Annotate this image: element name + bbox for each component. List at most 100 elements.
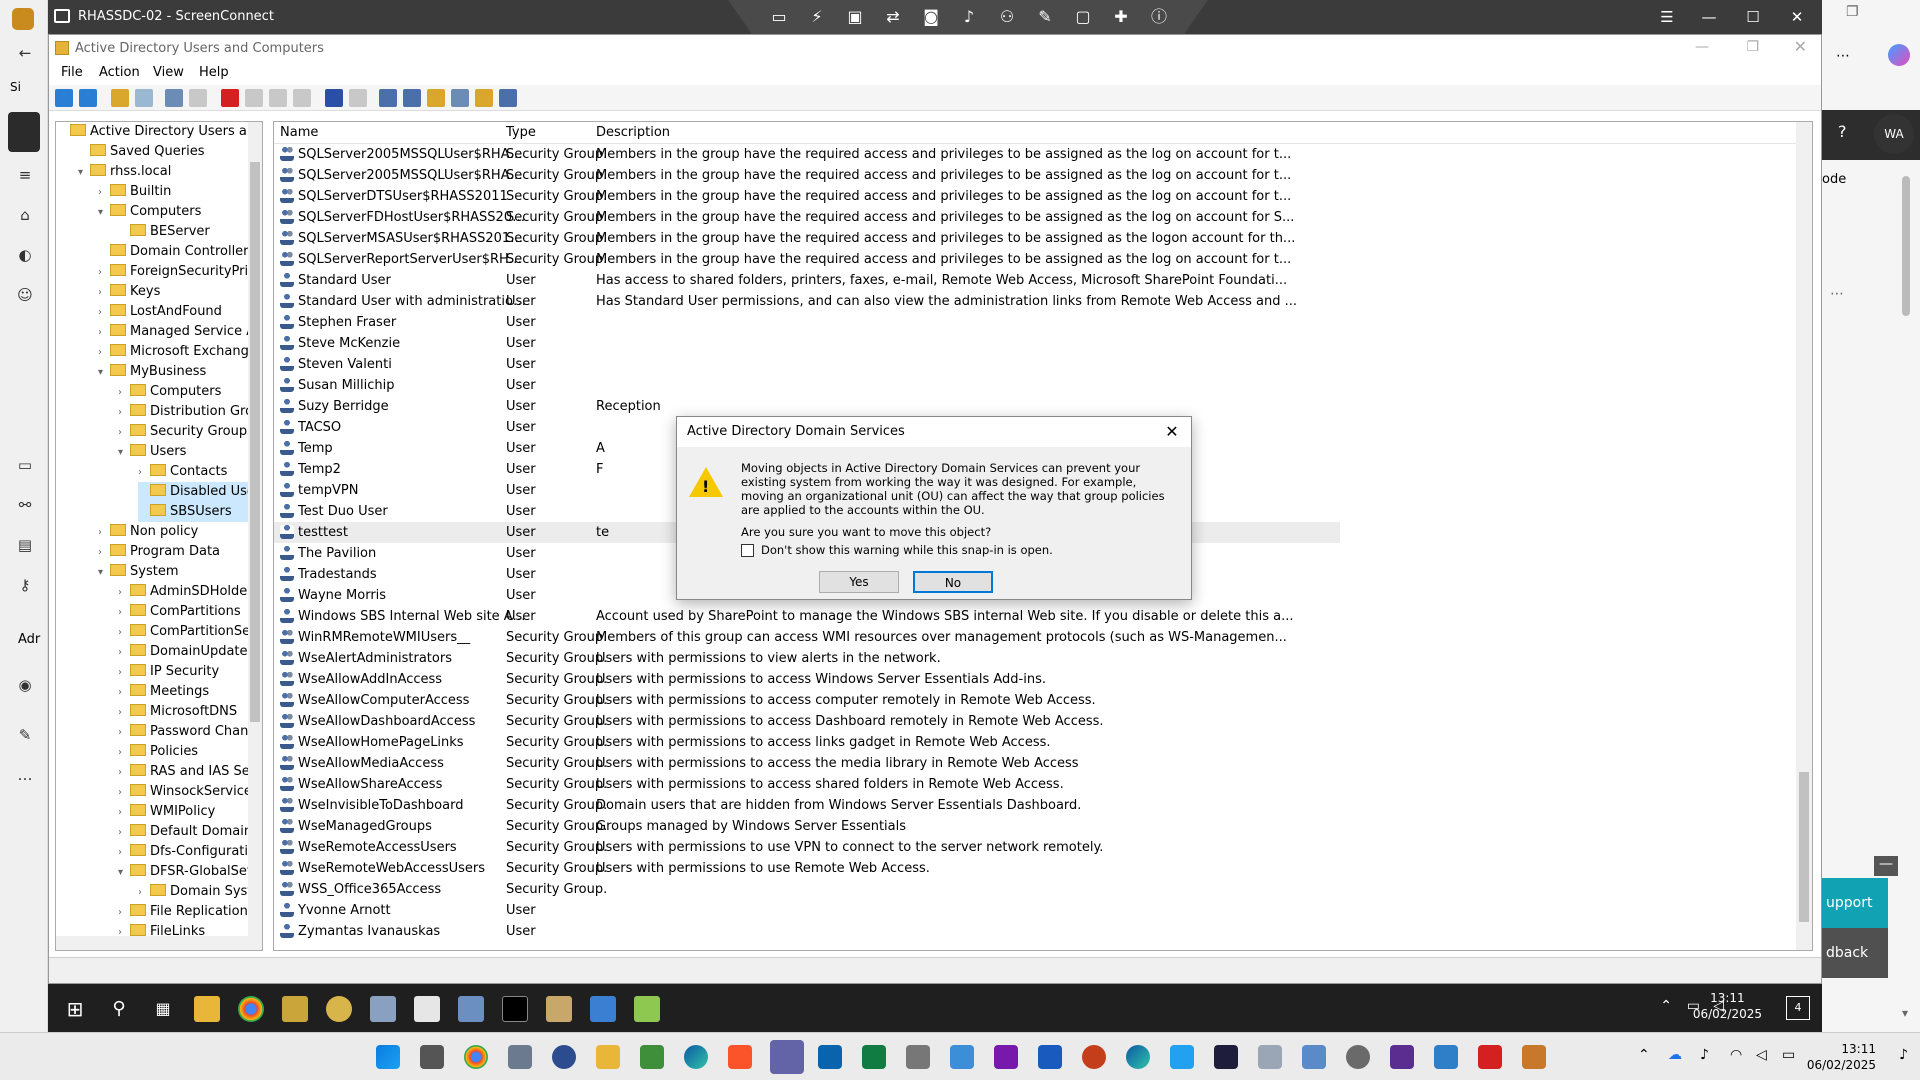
chevron-right-icon[interactable]: › (118, 623, 130, 643)
table-row[interactable]: Windows SBS Internal Web site AccountUse… (274, 606, 1340, 627)
chevron-right-icon[interactable]: › (138, 883, 150, 903)
chevron-right-icon[interactable]: › (118, 603, 130, 623)
aduc-taskbar-icon[interactable] (282, 996, 308, 1022)
tree-node[interactable]: › DomainUpdates (118, 642, 258, 662)
tree-node[interactable]: › Managed Service Acc (98, 322, 262, 343)
table-row[interactable]: Suzy Berridge User Reception (274, 396, 1340, 417)
collapse-icon[interactable]: — (1874, 856, 1898, 876)
chevron-right-icon[interactable]: › (118, 383, 130, 403)
powershell-icon[interactable] (1214, 1045, 1238, 1069)
browser-restore-icon[interactable]: ❐ (1846, 4, 1916, 34)
apps-grid-icon[interactable] (8, 112, 40, 152)
chevron-right-icon[interactable]: › (118, 663, 130, 683)
restore-button[interactable]: ❐ (1746, 39, 1759, 55)
chevron-right-icon[interactable]: › (118, 583, 130, 603)
tree-node[interactable]: ▾ System (98, 562, 258, 582)
table-row[interactable]: SQLServerMSASUser$RHASS2011$MSSQ...Secur… (274, 228, 1340, 249)
search-icon[interactable]: ⚲ (106, 996, 132, 1022)
chevron-right-icon[interactable]: › (118, 763, 130, 783)
table-row[interactable]: SQLServerDTSUser$RHASS2011 Security Group… (274, 186, 1340, 207)
chevron-down-icon[interactable]: ▾ (98, 363, 110, 383)
table-row[interactable]: WseAllowDashboardAccess Security Group...… (274, 711, 1340, 732)
chevron-right-icon[interactable]: › (118, 703, 130, 723)
forward-icon[interactable] (79, 89, 97, 107)
tree-node[interactable]: › WinsockServices (118, 782, 259, 802)
swap-icon[interactable]: ⇄ (882, 6, 904, 28)
table-row[interactable]: WinRMRemoteWMIUsers__ Security Group... Me… (274, 627, 1340, 648)
device-icon[interactable]: ◐ (16, 246, 34, 264)
chrome-icon[interactable] (238, 996, 264, 1022)
table-row[interactable]: WseAllowShareAccess Security Group... User… (274, 774, 1340, 795)
info-icon[interactable]: ⓘ (1148, 6, 1170, 28)
chevron-right-icon[interactable]: › (98, 283, 110, 303)
chevron-right-icon[interactable]: › (98, 523, 110, 543)
help-icon[interactable]: ? (1838, 122, 1847, 141)
tree-node[interactable]: › RAS and IAS Serve (118, 762, 262, 783)
tool-icon[interactable] (546, 996, 572, 1022)
tree-node[interactable]: › File Replication Se (118, 902, 262, 923)
tree-node[interactable]: › ComPartitionSets (118, 622, 262, 643)
table-row[interactable]: WseManagedGroups Security Group... Groups … (274, 816, 1340, 837)
tree-node[interactable]: Domain Controllers (98, 242, 258, 262)
tree-node[interactable]: › ForeignSecurityPrinci (98, 262, 262, 282)
users-icon[interactable]: ⚇ (996, 6, 1018, 28)
tool-icon[interactable] (1522, 1045, 1546, 1069)
column-name[interactable]: Name (280, 125, 318, 140)
windows-start-icon[interactable]: ⊞ (62, 996, 88, 1022)
table-row[interactable]: WseAllowMediaAccess Security Group... User… (274, 753, 1340, 774)
tree-node[interactable]: Active Directory Users and C (58, 122, 262, 142)
toolbox-icon[interactable]: ▣ (844, 6, 866, 28)
network-tool-icon[interactable] (370, 996, 396, 1022)
tray-chevron-icon[interactable]: ⌃ (1638, 1047, 1650, 1063)
chevron-right-icon[interactable]: › (118, 903, 130, 923)
tree-node[interactable]: Saved Queries (78, 142, 258, 162)
add-to-group-icon[interactable] (499, 89, 517, 107)
help-icon[interactable] (325, 89, 343, 107)
cut-icon[interactable] (165, 89, 183, 107)
task-view-icon[interactable]: ▦ (150, 996, 176, 1022)
scroll-down-icon[interactable]: ▾ (1902, 1006, 1908, 1020)
vscode-icon[interactable] (1170, 1045, 1194, 1069)
tree-node[interactable]: › LostAndFound (98, 302, 258, 322)
menu-action[interactable]: Action (99, 65, 140, 80)
table-row[interactable]: SQLServerFDHostUser$RHASS2011$MSS...Secu… (274, 207, 1340, 228)
view-icon[interactable] (349, 89, 367, 107)
chevron-right-icon[interactable]: › (98, 323, 110, 343)
file-explorer-icon[interactable] (596, 1045, 620, 1069)
table-row[interactable]: WseRemoteWebAccessUsers Security Group...… (274, 858, 1340, 879)
tree-node[interactable]: ▾ Users (118, 442, 258, 462)
photos-icon[interactable] (950, 1045, 974, 1069)
plus-icon[interactable]: ✚ (1110, 6, 1132, 28)
tree-node[interactable]: › MicrosoftDNS (118, 702, 258, 722)
maximize-button[interactable]: ☐ (1738, 6, 1768, 28)
tree-node[interactable]: › Contacts (138, 462, 258, 482)
table-row[interactable]: Standard User with administration linksU… (274, 291, 1340, 312)
windows-start-icon[interactable] (376, 1045, 400, 1069)
tree-node[interactable]: ▾ DFSR-GlobalSettin (118, 862, 262, 882)
menu-icon[interactable]: ≡ (16, 166, 34, 184)
chat-icon[interactable]: ▢ (1072, 6, 1094, 28)
back-arrow-icon[interactable]: ← (16, 44, 34, 62)
pen-icon[interactable]: ✎ (1034, 6, 1056, 28)
table-row[interactable]: Stephen Fraser User (274, 312, 1340, 333)
tree-node[interactable]: ▾ rhss.local (78, 162, 258, 182)
tree-vertical-scrollbar[interactable] (248, 122, 262, 950)
edge-icon-2[interactable] (1126, 1045, 1150, 1069)
properties-icon[interactable] (245, 89, 263, 107)
tree-node[interactable]: ▾ Computers (98, 202, 258, 222)
chevron-right-icon[interactable]: › (118, 723, 130, 743)
network-icon[interactable]: ⚯ (16, 496, 34, 514)
chevron-right-icon[interactable]: › (118, 423, 130, 443)
tree-node[interactable]: › Policies (118, 742, 258, 762)
tree-node[interactable]: › Domain Syster (138, 882, 262, 903)
table-row[interactable]: Susan Millichip User (274, 375, 1340, 396)
calculator-icon[interactable] (906, 1045, 930, 1069)
chevron-right-icon[interactable]: › (138, 463, 150, 483)
dns-icon[interactable] (552, 1045, 576, 1069)
more-icon[interactable]: … (16, 766, 34, 784)
pencil-icon[interactable]: ✎ (16, 726, 34, 744)
copy-icon[interactable] (189, 89, 207, 107)
mic-icon[interactable]: ♪ (958, 6, 980, 28)
chevron-down-icon[interactable]: ▾ (98, 563, 110, 583)
ellipsis-icon[interactable]: ⋯ (1830, 286, 1844, 302)
